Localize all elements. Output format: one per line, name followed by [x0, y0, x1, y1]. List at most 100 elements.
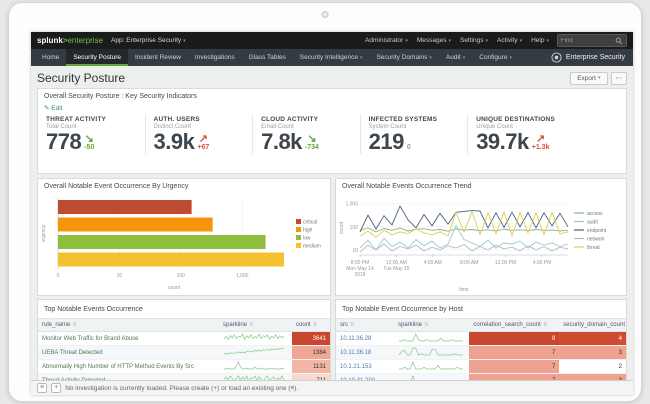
column-header-sparkline[interactable]: sparkline⇅ [394, 319, 469, 332]
menu-help[interactable]: Help▾ [531, 37, 549, 44]
export-label: Export [577, 75, 596, 82]
bar-medium[interactable] [58, 253, 284, 267]
find-input[interactable] [561, 38, 613, 44]
nav-tab-investigations[interactable]: Investigations [188, 49, 242, 66]
menu-label: Messages [417, 37, 447, 44]
axis-tick-label: 100 [177, 273, 186, 279]
nav-tab-incident-review[interactable]: Incident Review [128, 49, 188, 66]
menu-administrator[interactable]: Administrator▾ [365, 37, 408, 44]
add-investigation-icon[interactable]: + [51, 383, 61, 393]
rule-name-link[interactable]: Abnormally High Number of HTTP Method Ev… [42, 364, 194, 370]
legend-label-audit: audit [587, 220, 598, 226]
edit-label: Edit [51, 105, 62, 112]
nav-tab-audit[interactable]: Audit▾ [439, 49, 472, 66]
nav-tab-security-posture[interactable]: Security Posture [66, 49, 128, 66]
app-menu[interactable]: App: Enterprise Security▾ [111, 37, 186, 44]
tab-label: Configure [479, 54, 507, 61]
splunk-logo[interactable]: splunk>enterprise [37, 36, 103, 45]
sort-icon[interactable]: ⇅ [249, 322, 254, 328]
tab-label: Glass Tables [249, 54, 286, 61]
bar-low[interactable] [58, 235, 266, 249]
rule-name-link[interactable]: UEBA Threat Detected [42, 350, 103, 356]
correlation-search-count-cell[interactable]: 8 [469, 332, 559, 346]
kpi-threat-activity[interactable]: THREAT ACTIVITYTotal Count778↘-50 [44, 114, 145, 154]
find-box[interactable] [557, 34, 627, 47]
sort-icon[interactable]: ⇅ [424, 322, 429, 328]
investigation-message: No investigation is currently loaded. Pl… [65, 385, 298, 392]
security-domain-count-cell[interactable]: 3 [559, 346, 626, 360]
nav-tab-glass-tables[interactable]: Glass Tables [242, 49, 293, 66]
legend-label-access: access [587, 211, 603, 217]
kpi-value: 39.7k [476, 132, 529, 152]
sort-icon[interactable]: ⇅ [350, 322, 355, 328]
trend-up-icon: ↗ [199, 135, 208, 144]
trend-line-chart[interactable]: 101001,0008:00 PMMon May 14201812:00 AMT… [336, 193, 627, 295]
caret-down-icon: ▾ [598, 75, 601, 81]
camera-dot [322, 11, 329, 18]
menu-activity[interactable]: Activity▾ [497, 37, 522, 44]
tab-label: Home [42, 54, 59, 61]
top-hosts-panel: Top Notable Event Occurrence by Host src… [335, 299, 627, 380]
count-cell[interactable]: 1131 [292, 360, 330, 374]
caret-down-icon: ▾ [405, 38, 408, 44]
series-endpoint[interactable] [360, 206, 568, 232]
src-cell: 10.1.21.153 [336, 360, 394, 374]
count-cell[interactable]: 1384 [292, 346, 330, 360]
bar-critical[interactable] [58, 200, 192, 214]
top-bar: splunk>enterprise App: Enterprise Securi… [31, 32, 633, 49]
column-label: rule_name [42, 322, 70, 328]
page-actions: Export▾ ⋯ [570, 72, 627, 85]
more-actions-button[interactable]: ⋯ [611, 72, 628, 85]
charts-row: Overall Notable Event Occurrence By Urge… [37, 178, 627, 296]
security-domain-count-cell[interactable]: 4 [559, 332, 626, 346]
column-header-sparkline[interactable]: sparkline⇅ [219, 319, 292, 332]
sort-icon[interactable]: ⇅ [543, 322, 548, 328]
sort-icon[interactable]: ⇅ [313, 322, 318, 328]
sparkline-cell [219, 346, 292, 360]
legend-swatch-medium [296, 243, 301, 248]
nav-tab-home[interactable]: Home [35, 49, 66, 66]
splunk-app-window: splunk>enterprise App: Enterprise Securi… [31, 32, 633, 395]
tables-row: Top Notable Events Occurrence rule_name⇅… [37, 299, 627, 380]
export-button[interactable]: Export▾ [570, 72, 607, 85]
nav-tab-security-domains[interactable]: Security Domains▾ [369, 49, 438, 66]
count-cell[interactable]: 3641 [292, 332, 330, 346]
es-brand: Enterprise Security [551, 49, 633, 66]
nav-tab-configure[interactable]: Configure▾ [472, 49, 519, 66]
column-header-src[interactable]: src⇅ [336, 319, 394, 332]
column-header-count[interactable]: count⇅ [292, 319, 330, 332]
bar-high[interactable] [58, 218, 213, 232]
menu-settings[interactable]: Settings▾ [460, 37, 488, 44]
sparkline [223, 361, 285, 370]
urgency-bar-chart[interactable]: 0101001,000urgencycountcriticalhighlowme… [38, 193, 326, 292]
legend-label-threat: threat [587, 245, 600, 251]
src-ip-link[interactable]: 10.11.36.28 [340, 336, 371, 342]
kpi-auth-users[interactable]: AUTH. USERSDistinct Count3.9k↗+67 [145, 114, 253, 154]
column-label: security_domain_count [563, 322, 625, 328]
menu-messages[interactable]: Messages▾ [417, 37, 451, 44]
sparkline [398, 333, 464, 342]
kpi-unique-destinations[interactable]: UNIQUE DESTINATIONSUnique Count39.7k↗+1.… [467, 114, 620, 154]
column-header-security-domain-count[interactable]: security_domain_count⇅ [559, 319, 626, 332]
investigations-list-icon[interactable]: ≡ [37, 383, 47, 393]
x-axis-label: time [459, 287, 469, 293]
rule-name-link[interactable]: Monitor Web Traffic for Brand Abuse [42, 336, 139, 342]
kpi-value-row: 3.9k↗+67 [154, 132, 245, 152]
legend-label-network: network [587, 237, 605, 243]
kpi-cloud-activity[interactable]: CLOUD ACTIVITYEmail Count7.8k↘-734 [252, 114, 360, 154]
src-ip-link[interactable]: 10.11.36.18 [340, 350, 371, 356]
kpi-title: INFECTED SYSTEMS [369, 116, 460, 123]
edit-link[interactable]: ✎ Edit [38, 103, 626, 113]
correlation-search-count-cell[interactable]: 7 [469, 346, 559, 360]
column-header-correlation-search-count[interactable]: correlation_search_count⇅ [469, 319, 559, 332]
src-ip-link[interactable]: 10.1.21.153 [340, 364, 372, 370]
nav-tab-security-intelligence[interactable]: Security Intelligence▾ [293, 49, 370, 66]
kpi-infected-systems[interactable]: INFECTED SYSTEMSSystem Count2190 [360, 114, 468, 154]
correlation-search-count-cell[interactable]: 7 [469, 360, 559, 374]
urgency-chart-title: Overall Notable Event Occurrence By Urge… [38, 179, 330, 193]
legend-label-critical: critical [303, 220, 317, 226]
axis-tick-label: 8:00 AM [460, 260, 478, 266]
security-domain-count-cell[interactable]: 2 [559, 360, 626, 374]
sort-icon[interactable]: ⇅ [72, 322, 77, 328]
column-header-rule-name[interactable]: rule_name⇅ [38, 319, 219, 332]
